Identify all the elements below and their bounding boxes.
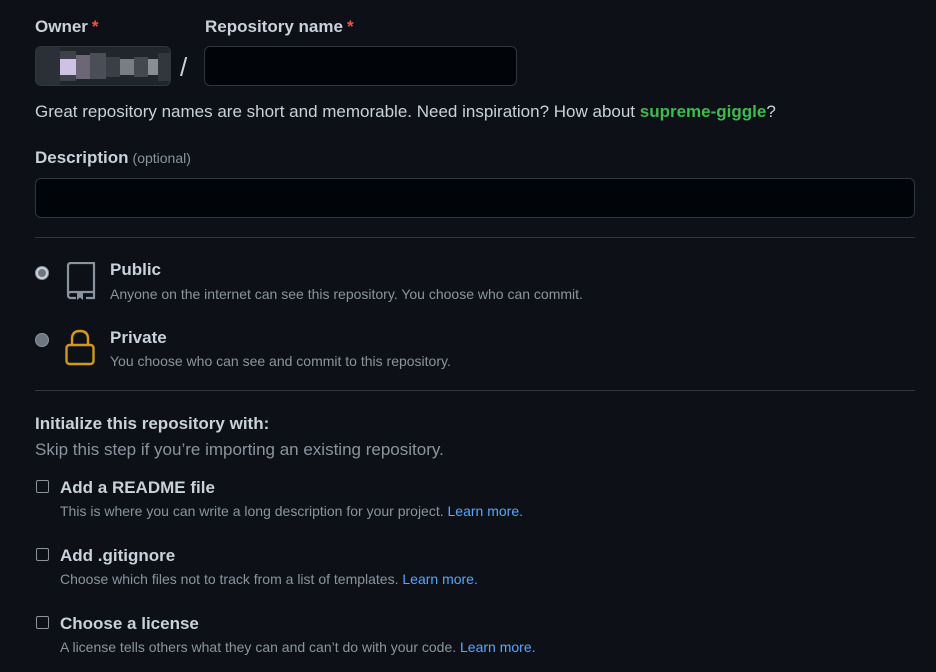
public-title: Public <box>110 260 162 279</box>
repo-name-label: Repository name * <box>205 17 354 37</box>
repo-name-label-text: Repository name <box>205 17 343 36</box>
lock-icon <box>64 328 96 371</box>
owner-label-text: Owner <box>35 17 88 36</box>
repo-icon <box>64 261 96 305</box>
public-radio[interactable] <box>35 266 49 280</box>
owner-repo-separator: / <box>180 52 188 82</box>
required-asterisk: * <box>91 17 99 36</box>
hint-suffix: ? <box>766 102 776 121</box>
readme-description: This is where you can write a long descr… <box>60 503 523 519</box>
private-radio[interactable] <box>35 333 49 347</box>
description-label-text: Description <box>35 148 129 167</box>
readme-checkbox[interactable] <box>36 480 49 493</box>
required-asterisk: * <box>346 17 354 36</box>
readme-learn-more-link[interactable]: Learn more. <box>448 503 523 519</box>
hint-text: Great repository names are short and mem… <box>35 102 640 121</box>
license-description: A license tells others what they can and… <box>60 639 536 655</box>
description-label: Description (optional) <box>35 148 191 168</box>
readme-description-text: This is where you can write a long descr… <box>60 503 444 519</box>
description-input[interactable] <box>35 178 915 218</box>
divider <box>35 390 915 391</box>
license-label[interactable]: Choose a license <box>60 614 199 634</box>
owner-label: Owner * <box>35 17 99 37</box>
init-section-title: Initialize this repository with: <box>35 414 270 433</box>
private-title: Private <box>110 328 167 347</box>
gitignore-label[interactable]: Add .gitignore <box>60 546 175 566</box>
repo-name-hint: Great repository names are short and mem… <box>35 102 776 122</box>
init-section-subtitle: Skip this step if you’re importing an ex… <box>35 440 444 459</box>
license-learn-more-link[interactable]: Learn more. <box>460 639 535 655</box>
name-suggestion-link[interactable]: supreme-giggle <box>640 102 767 121</box>
license-checkbox[interactable] <box>36 616 49 629</box>
gitignore-learn-more-link[interactable]: Learn more. <box>402 571 477 587</box>
readme-label[interactable]: Add a README file <box>60 478 215 498</box>
visibility-option-private[interactable]: Private You choose who can see and commi… <box>35 328 635 372</box>
license-description-text: A license tells others what they can and… <box>60 639 457 655</box>
gitignore-description: Choose which files not to track from a l… <box>60 571 478 587</box>
gitignore-checkbox[interactable] <box>36 548 49 561</box>
private-description: You choose who can see and commit to thi… <box>110 353 451 369</box>
visibility-option-public[interactable]: Public Anyone on the internet can see th… <box>35 260 635 306</box>
public-description: Anyone on the internet can see this repo… <box>110 286 583 302</box>
optional-note: (optional) <box>132 150 191 166</box>
gitignore-description-text: Choose which files not to track from a l… <box>60 571 399 587</box>
repo-name-input[interactable] <box>204 46 517 86</box>
owner-select[interactable] <box>35 46 171 86</box>
divider <box>35 237 915 238</box>
